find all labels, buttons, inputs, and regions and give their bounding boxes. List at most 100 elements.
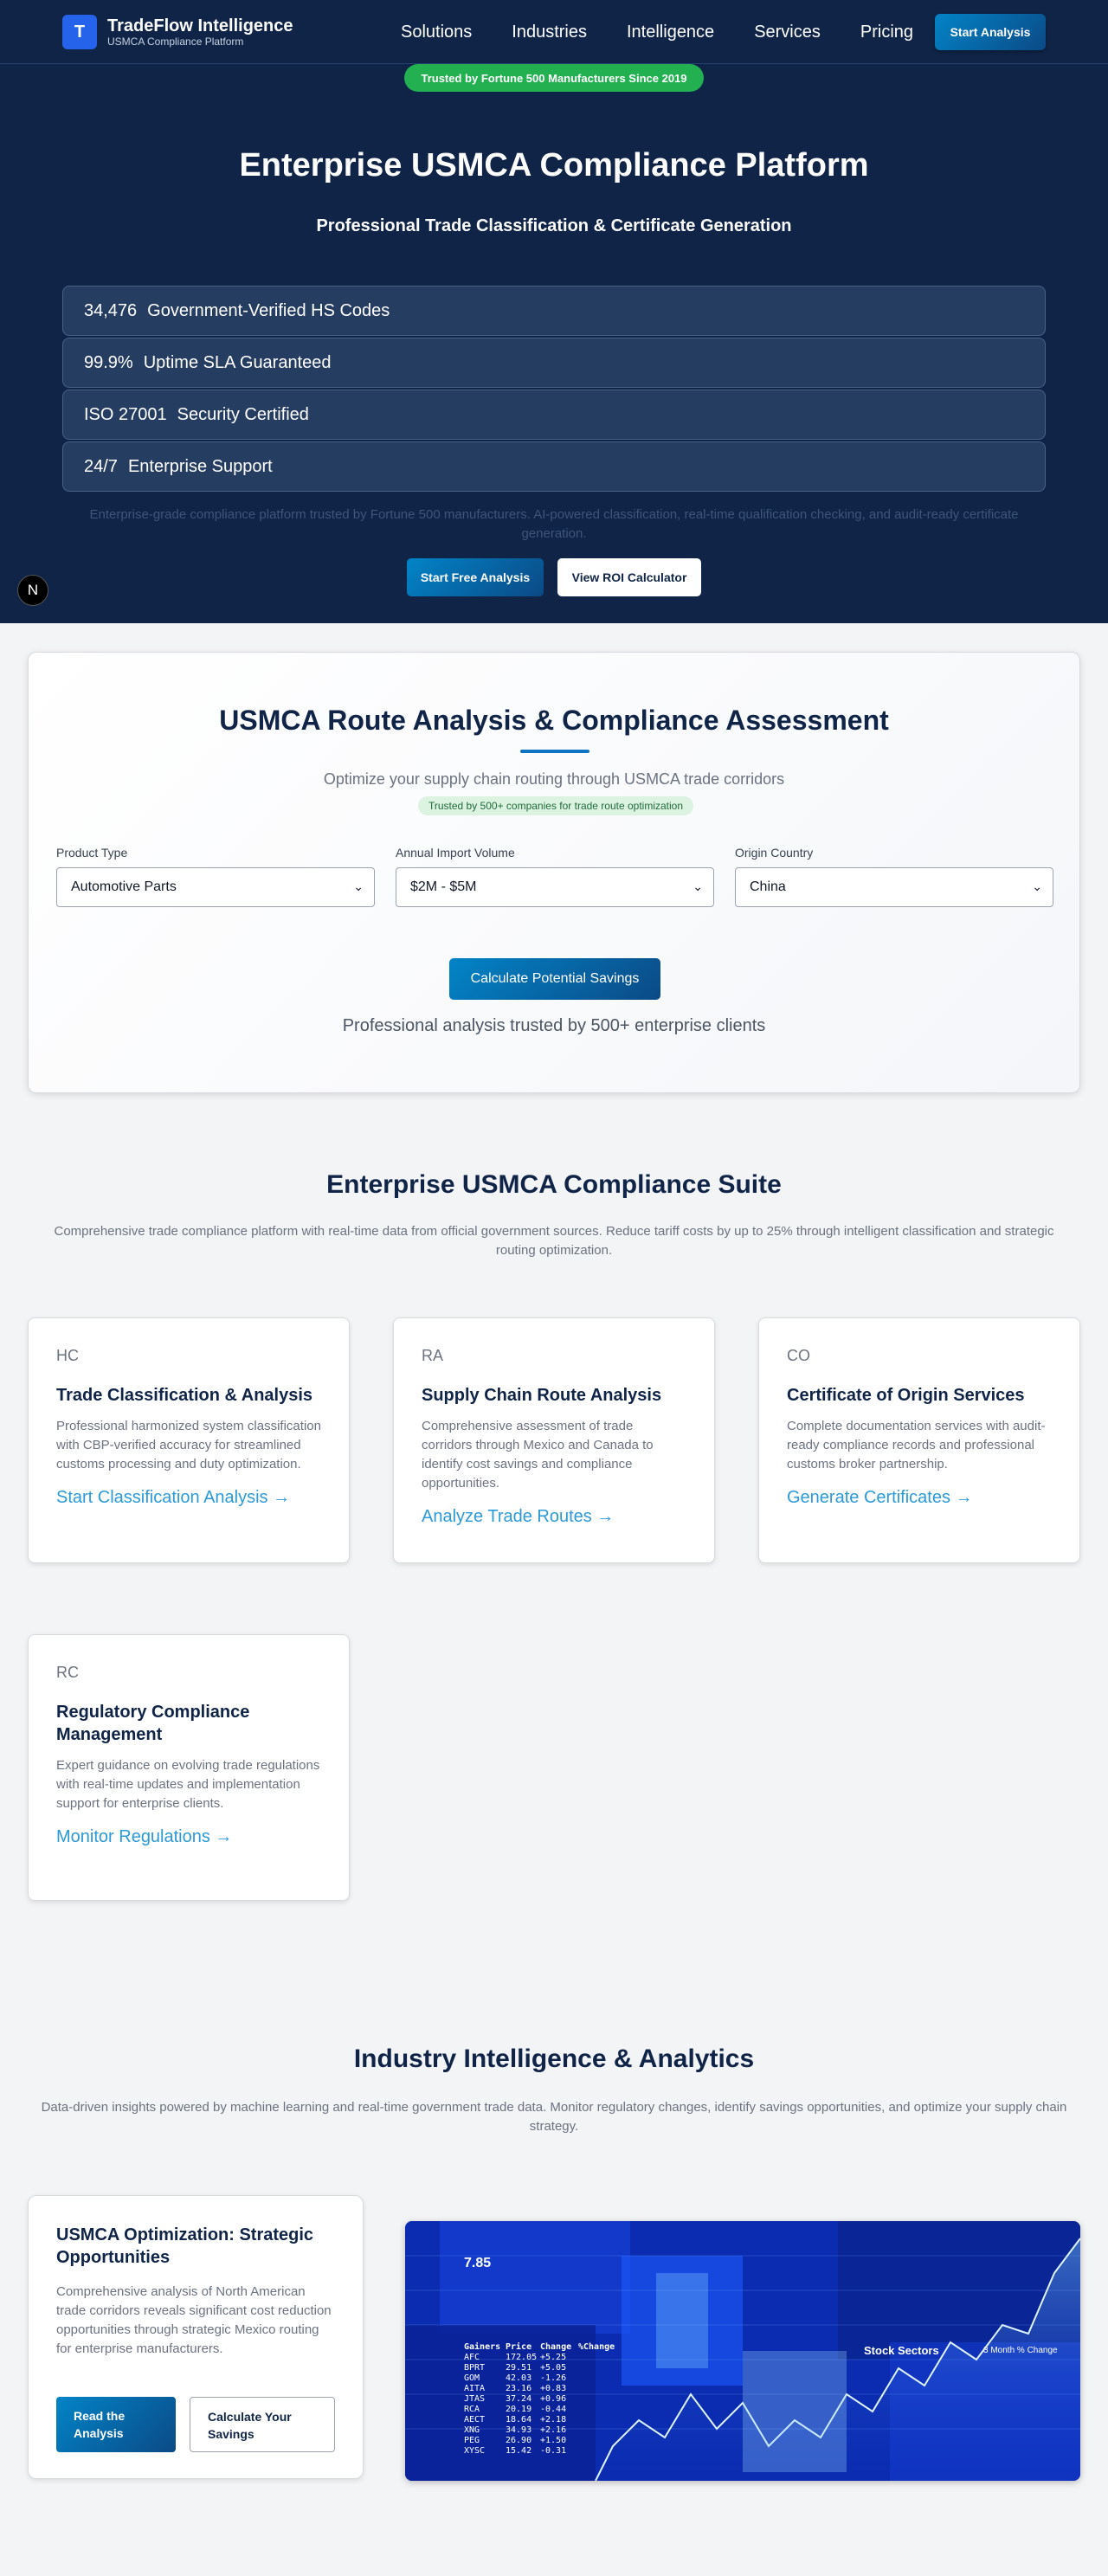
analyze-trade-routes-link[interactable]: Analyze Trade Routes →	[422, 1505, 686, 1528]
hero-subtitle: Professional Trade Classification & Cert…	[316, 216, 792, 235]
ticker-row: XYSC 15.42 -0.31	[464, 2446, 620, 2457]
route-trust-badge: Trusted by 500+ companies for trade rout…	[418, 796, 693, 815]
ticker-price: 20.19	[506, 2405, 532, 2414]
nav-link-pricing[interactable]: Pricing	[860, 21, 913, 43]
brand[interactable]: T TradeFlow Intelligence USMCA Complianc…	[62, 15, 293, 49]
article-description: Comprehensive analysis of North American…	[56, 2284, 332, 2356]
stat-support: 24/7 Enterprise Support	[62, 441, 1046, 492]
ticker-header-gainers: Gainers	[464, 2342, 501, 2352]
nav-link-industries[interactable]: Industries	[512, 21, 587, 43]
chevron-down-icon: ⌄	[353, 879, 364, 893]
ticker-price: 23.16	[506, 2384, 532, 2393]
stock-market-image: 7.85 Stock Sectors 3 Month % Change Gain…	[405, 2221, 1080, 2481]
brand-name: TradeFlow Intelligence	[107, 16, 293, 35]
service-description: Complete documentation services with aud…	[787, 1419, 1046, 1472]
ticker-symbol: BPRT	[464, 2363, 486, 2373]
service-abbr: RC	[56, 1664, 79, 1681]
ticker-symbol: RCA	[464, 2405, 480, 2414]
import-volume-field: Annual Import Volume $2M - $5M ⌄	[396, 845, 714, 907]
ticker-change: +5.25	[540, 2353, 567, 2362]
service-abbr: HC	[56, 1347, 79, 1364]
service-description: Comprehensive assessment of trade corrid…	[422, 1419, 654, 1491]
view-roi-calculator-button[interactable]: View ROI Calculator	[557, 558, 701, 596]
ticker-row: AECT 18.64 +2.18	[464, 2415, 620, 2425]
ticker-symbol: GOM	[464, 2373, 480, 2383]
stat-label: Security Certified	[177, 404, 309, 424]
ticker-row: GOM 42.03 -1.26	[464, 2373, 620, 2384]
origin-country-value: China	[750, 879, 786, 894]
service-abbr: RA	[422, 1347, 444, 1364]
ticker-header-row: Gainers Price Change %Change	[464, 2342, 620, 2353]
hero-description: Enterprise-grade compliance platform tru…	[89, 507, 1019, 541]
ticker-change: +1.50	[540, 2436, 567, 2445]
ticker-price: 42.03	[506, 2373, 532, 2383]
market-big-value: 7.85	[464, 2256, 492, 2270]
sector-range-label: 3 Month % Change	[983, 2346, 1058, 2355]
ticker-symbol: PEG	[464, 2436, 480, 2445]
ticker-change: +5.05	[540, 2363, 567, 2373]
nav-link-solutions[interactable]: Solutions	[401, 21, 472, 43]
start-free-analysis-button[interactable]: Start Free Analysis	[407, 558, 544, 596]
ticker-symbol: XYSC	[464, 2446, 486, 2456]
article-title[interactable]: USMCA Optimization: Strategic Opportunit…	[56, 2224, 335, 2269]
stock-sectors-label: Stock Sectors	[864, 2344, 939, 2357]
service-card-certificates: CO Certificate of Origin Services Comple…	[758, 1317, 1080, 1563]
intel-title: Industry Intelligence & Analytics	[353, 2045, 755, 2073]
ticker-row: XNG 34.93 +2.16	[464, 2425, 620, 2436]
ticker-price: 29.51	[506, 2363, 532, 2373]
nextjs-dev-badge-icon[interactable]: N	[17, 575, 48, 606]
read-analysis-button[interactable]: Read the Analysis	[56, 2397, 176, 2452]
product-type-field: Product Type Automotive Parts ⌄	[56, 845, 375, 907]
ticker-change: -0.31	[540, 2446, 567, 2456]
stat-security: ISO 27001 Security Certified	[62, 390, 1046, 440]
import-volume-value: $2M - $5M	[410, 879, 477, 894]
ticker-row: AFC 172.05 +5.25	[464, 2353, 620, 2363]
calculate-savings-button[interactable]: Calculate Potential Savings	[449, 958, 660, 1000]
origin-country-select[interactable]: China ⌄	[735, 867, 1053, 907]
stat-hs-codes: 34,476 Government-Verified HS Codes	[62, 286, 1046, 336]
monitor-regulations-link[interactable]: Monitor Regulations →	[56, 1826, 321, 1848]
ticker-header-price: Price	[506, 2342, 532, 2352]
ticker-price: 37.24	[506, 2394, 532, 2404]
top-navbar: T TradeFlow Intelligence USMCA Complianc…	[0, 0, 1108, 64]
brand-subtitle: USMCA Compliance Platform	[107, 35, 244, 48]
stat-uptime: 99.9% Uptime SLA Guaranteed	[62, 338, 1046, 388]
ticker-symbol: XNG	[464, 2425, 480, 2435]
hero-title: Enterprise USMCA Compliance Platform	[239, 147, 869, 184]
route-footer-text: Professional analysis trusted by 500+ en…	[342, 1016, 766, 1035]
stat-value: 99.9%	[84, 352, 133, 372]
stat-label: Government-Verified HS Codes	[147, 300, 390, 320]
ticker-symbol: AFC	[464, 2353, 480, 2362]
ticker-header-change: Change	[540, 2342, 572, 2352]
service-description: Professional harmonized system classific…	[56, 1419, 321, 1472]
service-name: Regulatory Compliance Management	[56, 1703, 250, 1744]
generate-certificates-link[interactable]: Generate Certificates →	[787, 1486, 1052, 1509]
suite-description: Comprehensive trade compliance platform …	[54, 1224, 1054, 1258]
service-name: Certificate of Origin Services	[787, 1386, 1025, 1405]
ticker-row: PEG 26.90 +1.50	[464, 2436, 620, 2446]
start-analysis-button[interactable]: Start Analysis	[935, 14, 1046, 50]
origin-country-label: Origin Country	[735, 846, 814, 860]
stat-value: ISO 27001	[84, 404, 167, 424]
route-analysis-card: USMCA Route Analysis & Compliance Assess…	[28, 652, 1080, 1093]
calculate-savings-secondary-button[interactable]: Calculate Your Savings	[190, 2397, 335, 2452]
import-volume-label: Annual Import Volume	[396, 846, 515, 860]
ticker-symbol: AITA	[464, 2384, 486, 2393]
nav-links: Solutions Industries Intelligence Servic…	[401, 21, 953, 43]
route-analysis-title: USMCA Route Analysis & Compliance Assess…	[219, 705, 889, 736]
nav-link-services[interactable]: Services	[754, 21, 821, 43]
chevron-down-icon: ⌄	[1032, 879, 1042, 893]
ticker-price: 18.64	[506, 2415, 532, 2425]
start-classification-link[interactable]: Start Classification Analysis →	[56, 1486, 321, 1509]
ticker-change: -1.26	[540, 2373, 567, 2383]
ticker-symbol: JTAS	[464, 2394, 486, 2404]
ticker-change: +2.18	[540, 2415, 567, 2425]
product-type-select[interactable]: Automotive Parts ⌄	[56, 867, 375, 907]
nav-link-intelligence[interactable]: Intelligence	[627, 21, 714, 43]
intel-description: Data-driven insights powered by machine …	[41, 2100, 1067, 2134]
service-card-route-analysis: RA Supply Chain Route Analysis Comprehen…	[393, 1317, 715, 1563]
trust-badge: Trusted by Fortune 500 Manufacturers Sin…	[404, 64, 704, 92]
title-divider	[520, 750, 589, 753]
service-card-classification: HC Trade Classification & Analysis Profe…	[28, 1317, 350, 1563]
import-volume-select[interactable]: $2M - $5M ⌄	[396, 867, 714, 907]
